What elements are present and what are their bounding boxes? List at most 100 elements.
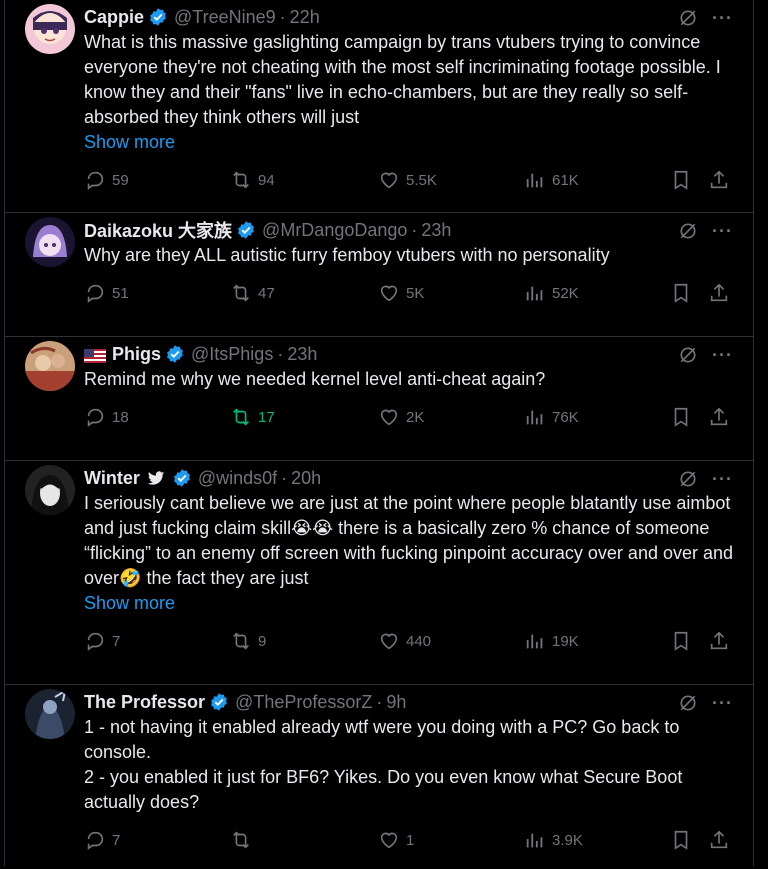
- more-icon[interactable]: ···: [712, 9, 733, 27]
- repost-button[interactable]: 17: [230, 406, 275, 428]
- views-count: 76K: [552, 408, 579, 426]
- grok-icon[interactable]: [678, 8, 698, 28]
- bookmark-icon[interactable]: [670, 282, 692, 308]
- share-icon[interactable]: [708, 282, 730, 308]
- timestamp[interactable]: 23h: [421, 220, 451, 241]
- bookmark-icon[interactable]: [670, 169, 692, 195]
- more-icon[interactable]: ···: [712, 470, 733, 488]
- tweet[interactable]: Phigs @ItsPhigs · 23h ··· Remind me why …: [5, 337, 753, 461]
- repost-button[interactable]: [230, 829, 258, 851]
- display-name[interactable]: Daikazoku 大家族: [84, 217, 232, 243]
- like-button[interactable]: 5.5K: [378, 169, 437, 191]
- grok-icon[interactable]: [678, 469, 698, 489]
- show-more-link[interactable]: Show more: [84, 130, 737, 155]
- like-button[interactable]: 1: [378, 829, 414, 851]
- like-button[interactable]: 2K: [378, 406, 424, 428]
- views-count: 61K: [552, 171, 579, 189]
- more-icon[interactable]: ···: [712, 346, 733, 364]
- tweet-text: Why are they ALL autistic furry femboy v…: [84, 245, 610, 265]
- repost-button[interactable]: 47: [230, 282, 275, 304]
- views-icon: [526, 286, 543, 301]
- like-count: 2K: [406, 408, 425, 426]
- tweet[interactable]: The Professor @TheProfessorZ · 9h ··· 1 …: [5, 685, 753, 869]
- separator-dot: ·: [281, 467, 288, 488]
- tweet-actions: 7 1 3.9K: [84, 815, 737, 865]
- reply-button[interactable]: 7: [84, 630, 120, 652]
- grok-icon[interactable]: [678, 345, 698, 365]
- views-button[interactable]: 3.9K: [524, 829, 583, 851]
- reply-count: 7: [112, 831, 121, 849]
- views-count: 52K: [552, 284, 579, 302]
- verified-badge-icon: [209, 692, 229, 712]
- more-icon[interactable]: ···: [712, 694, 733, 712]
- repost-icon: [233, 831, 249, 849]
- like-icon: [380, 832, 398, 849]
- reply-count: 51: [112, 284, 129, 302]
- tweet[interactable]: Winter @winds0f · 20h ··· I seriously ca…: [5, 461, 753, 685]
- views-button[interactable]: 19K: [524, 630, 579, 652]
- like-button[interactable]: 5K: [378, 282, 424, 304]
- tweet[interactable]: Daikazoku 大家族 @MrDangoDango · 23h ··· Wh…: [5, 213, 753, 337]
- tweet-text-part: the fact they are just: [141, 568, 309, 588]
- tweet-text: What is this massive gaslighting campaig…: [84, 32, 726, 127]
- tweet-text: Remind me why we needed kernel level ant…: [84, 369, 546, 389]
- bookmark-icon[interactable]: [670, 406, 692, 432]
- avatar[interactable]: [25, 217, 75, 267]
- handle[interactable]: @MrDangoDango: [262, 220, 407, 241]
- timestamp[interactable]: 9h: [386, 692, 406, 713]
- handle[interactable]: @TreeNine9: [174, 7, 276, 28]
- repost-button[interactable]: 94: [230, 169, 275, 191]
- bookmark-icon[interactable]: [670, 630, 692, 656]
- avatar[interactable]: [25, 465, 75, 515]
- views-icon: [526, 634, 543, 649]
- like-icon: [380, 633, 398, 650]
- timestamp[interactable]: 22h: [290, 7, 320, 28]
- handle[interactable]: @ItsPhigs: [191, 344, 273, 365]
- avatar[interactable]: [25, 4, 75, 54]
- grok-icon[interactable]: [678, 221, 698, 241]
- reply-button[interactable]: 18: [84, 406, 129, 428]
- avatar[interactable]: [25, 341, 75, 391]
- like-count: 1: [406, 831, 415, 849]
- views-button[interactable]: 52K: [524, 282, 579, 304]
- verified-badge-icon: [236, 220, 256, 240]
- display-name[interactable]: Cappie: [84, 7, 144, 28]
- handle[interactable]: @winds0f: [198, 468, 277, 489]
- reply-icon: [87, 284, 104, 303]
- share-icon[interactable]: [708, 829, 730, 855]
- more-icon[interactable]: ···: [712, 222, 733, 240]
- verified-badge-icon: [172, 468, 192, 488]
- like-icon: [380, 285, 398, 302]
- bookmark-icon[interactable]: [670, 829, 692, 855]
- display-name[interactable]: The Professor: [84, 692, 205, 713]
- views-icon: [526, 410, 543, 425]
- separator-dot: ·: [279, 6, 286, 27]
- avatar[interactable]: [25, 689, 75, 739]
- reply-button[interactable]: 51: [84, 282, 129, 304]
- like-button[interactable]: 440: [378, 630, 431, 652]
- views-button[interactable]: 61K: [524, 169, 579, 191]
- share-icon[interactable]: [708, 406, 730, 432]
- like-icon: [380, 172, 398, 189]
- display-name[interactable]: Winter: [84, 468, 140, 489]
- timestamp[interactable]: 20h: [291, 468, 321, 489]
- grok-icon[interactable]: [678, 693, 698, 713]
- show-more-link[interactable]: Show more: [84, 591, 737, 616]
- handle[interactable]: @TheProfessorZ: [235, 692, 372, 713]
- reply-button[interactable]: 59: [84, 169, 129, 191]
- repost-button[interactable]: 9: [230, 630, 266, 652]
- share-icon[interactable]: [708, 169, 730, 195]
- views-count: 3.9K: [552, 831, 583, 849]
- tweet-actions: 51 47 5K 52K: [84, 268, 737, 318]
- reply-button[interactable]: 7: [84, 829, 120, 851]
- tweet[interactable]: Cappie @TreeNine9 · 22h ··· What is this…: [5, 0, 753, 213]
- repost-icon: [233, 171, 249, 189]
- views-button[interactable]: 76K: [524, 406, 579, 428]
- verified-badge-icon: [148, 7, 168, 27]
- timestamp[interactable]: 23h: [287, 344, 317, 365]
- separator-dot: ·: [411, 219, 418, 240]
- display-name[interactable]: Phigs: [112, 344, 161, 365]
- share-icon[interactable]: [708, 630, 730, 656]
- like-count: 5.5K: [406, 171, 437, 189]
- repost-count: 9: [258, 632, 267, 650]
